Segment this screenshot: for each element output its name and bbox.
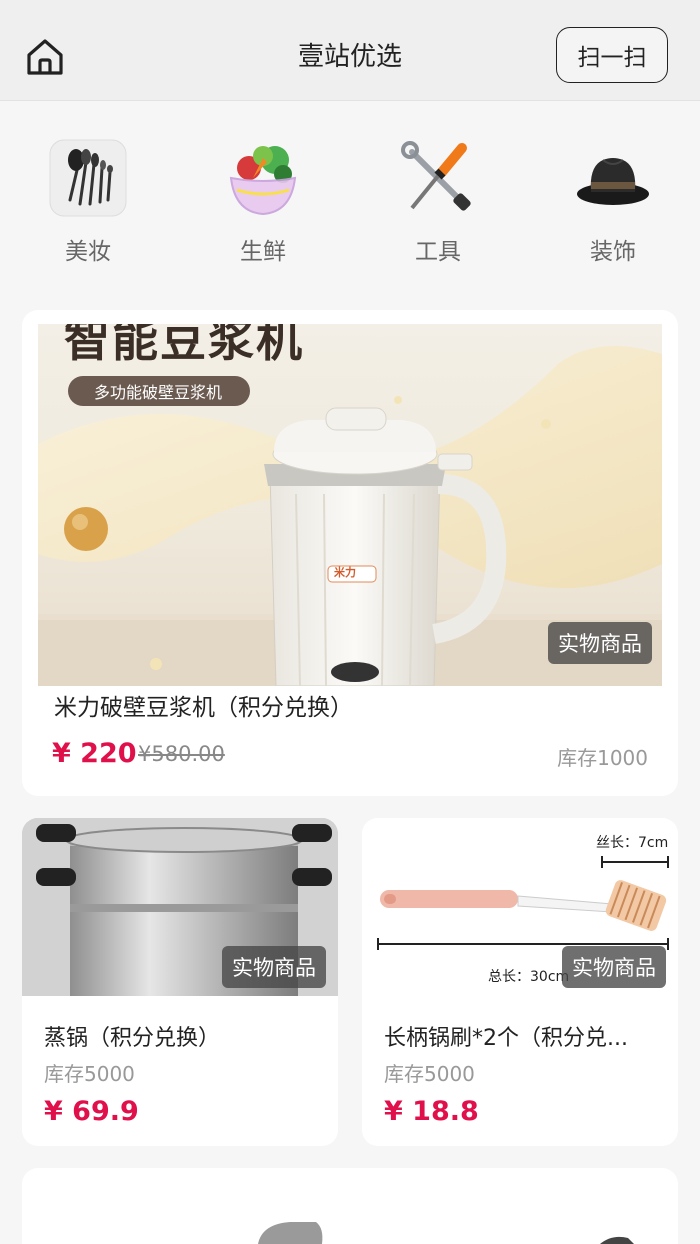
category-makeup[interactable]: 美妆	[23, 130, 153, 266]
category-label: 装饰	[590, 239, 636, 265]
top-bar: 壹站优选 扫一扫	[0, 0, 700, 101]
product-card-partial[interactable]	[22, 1168, 678, 1244]
category-row: 美妆 生鲜 工具 装饰	[0, 130, 700, 280]
category-label: 生鲜	[240, 239, 286, 265]
head-length-label: 丝长：7cm	[596, 835, 669, 851]
tools-icon	[398, 138, 478, 218]
product-name: 长柄锅刷*2个（积分兑...	[384, 1026, 628, 1051]
category-decor[interactable]: 装饰	[548, 130, 678, 266]
product-price: ¥ 18.8	[384, 1096, 479, 1127]
product-price: ¥ 69.9	[44, 1096, 139, 1127]
page: 壹站优选 扫一扫 美妆 生鲜 工具 装饰 智能豆浆机 多功能破壁豆浆机 米力 实…	[0, 0, 700, 1244]
original-price: ¥580.00	[138, 742, 225, 766]
physical-goods-badge: 实物商品	[562, 946, 666, 988]
product-image: 丝长：7cm 总长：30cm 实物商品	[362, 818, 678, 996]
makeup-brushes-icon	[48, 138, 128, 218]
product-image: 智能豆浆机 多功能破壁豆浆机 米力 实物商品	[38, 324, 662, 686]
featured-product-card[interactable]: 智能豆浆机 多功能破壁豆浆机 米力 实物商品 米力破壁豆浆机（积分兑换） ¥ 2…	[22, 310, 678, 796]
physical-goods-badge: 实物商品	[222, 946, 326, 988]
hat-icon	[573, 138, 653, 218]
vegetable-bowl-icon	[223, 138, 303, 218]
product-name: 蒸锅（积分兑换）	[44, 1026, 221, 1051]
category-tools[interactable]: 工具	[373, 130, 503, 266]
stock-count: 库存1000	[557, 746, 648, 770]
image-headline: 智能豆浆机	[64, 324, 304, 367]
stock-count: 库存5000	[44, 1062, 135, 1086]
product-card-steamer[interactable]: 实物商品 蒸锅（积分兑换） 库存5000 ¥ 69.9	[22, 818, 338, 1146]
physical-goods-badge: 实物商品	[548, 622, 652, 664]
category-label: 美妆	[65, 239, 111, 265]
stock-count: 库存5000	[384, 1062, 475, 1086]
product-image: 实物商品	[22, 818, 338, 996]
total-length-label: 总长：30cm	[488, 969, 570, 985]
image-subheadline: 多功能破壁豆浆机	[94, 383, 223, 402]
product-card-brush[interactable]: 丝长：7cm 总长：30cm 实物商品 长柄锅刷*2个（积分兑... 库存500…	[362, 818, 678, 1146]
scan-button[interactable]: 扫一扫	[556, 27, 668, 83]
brand-mark: 米力	[334, 566, 356, 579]
category-label: 工具	[415, 239, 461, 265]
category-fresh[interactable]: 生鲜	[198, 130, 328, 266]
product-price: ¥ 220	[52, 738, 137, 769]
product-name: 米力破壁豆浆机（积分兑换）	[54, 695, 353, 721]
